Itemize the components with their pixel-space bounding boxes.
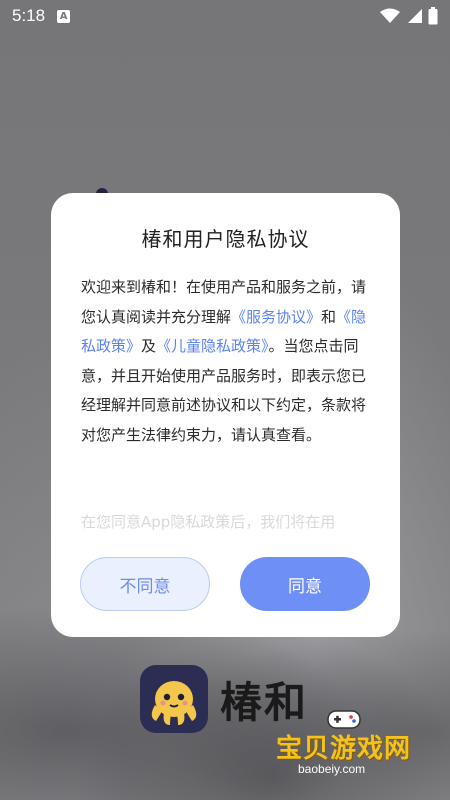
signal-icon <box>408 9 422 23</box>
children-privacy-link[interactable]: 《儿童隐私政策》 <box>156 337 269 355</box>
status-time: 5:18 <box>12 6 46 25</box>
watermark: 宝贝游戏网 baobeiy.com <box>276 706 436 784</box>
privacy-dialog: 椿和用户隐私协议 欢迎来到椿和！在使用产品和服务之前，请您认真阅读并充分理解《服… <box>51 193 400 637</box>
dialog-title: 椿和用户隐私协议 <box>141 227 310 251</box>
disagree-button[interactable]: 不同意 <box>80 557 210 611</box>
dialog-body: 欢迎来到椿和！在使用产品和服务之前，请您认真阅读并充分理解《服务协议》和《隐私政… <box>81 273 372 450</box>
watermark-text: 宝贝游戏网 <box>276 734 412 764</box>
a-app-icon: A <box>57 9 71 23</box>
watermark-url: baobeiy.com <box>298 762 366 776</box>
faded-text: 在您同意App隐私政策后，我们将在用 <box>81 513 336 531</box>
agree-button[interactable]: 同意 <box>240 557 370 611</box>
status-right <box>380 7 438 25</box>
status-bar: 5:18 A <box>0 0 450 32</box>
service-agreement-link[interactable]: 《服务协议》 <box>231 308 321 326</box>
battery-icon <box>428 7 438 25</box>
octopus-mascot-icon <box>140 665 208 733</box>
body-and2: 及 <box>141 337 157 355</box>
body-and: 和 <box>321 307 337 326</box>
wifi-icon <box>380 8 400 23</box>
